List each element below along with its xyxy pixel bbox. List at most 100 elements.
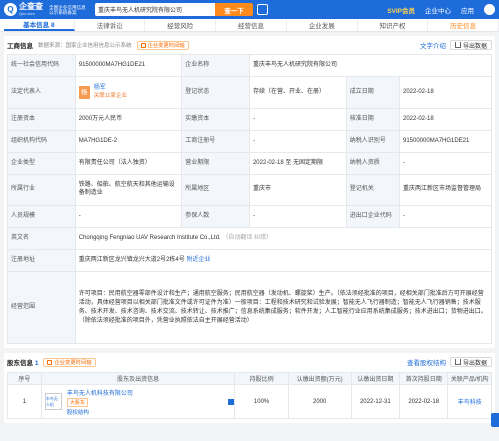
svip-link[interactable]: SVIP会员	[387, 5, 415, 15]
tab-development[interactable]: 企业发展	[287, 19, 358, 31]
paid-capital-label: 实缴资本	[181, 108, 250, 131]
holder-sub-date: 2022-12-31	[350, 384, 401, 419]
region-label: 所属地区	[181, 174, 250, 206]
tab-ip[interactable]: 知识产权	[358, 19, 429, 31]
holder-cell: 丰鸟无人机 丰鸟无人机科技有限公司 大股东 股权结构	[40, 384, 236, 419]
table-row: 法定代表人 杨 杨军 关联11家企业 登记状态 存续（在营、开业、在册） 成立日期…	[7, 76, 492, 109]
org-code-value: MA7HG1DE-2	[74, 130, 183, 153]
table-row: 所属行业 铁路、船舶、航空航天和其他运输设备制造业 所属地区 重庆市 登记机关 …	[7, 174, 492, 206]
legal-rep-label: 法定代表人	[7, 76, 76, 109]
top-bar: Q 企查查Qcc.com 全国企业信用信息公示系统备案 查一下 SVIP会员 企…	[0, 0, 499, 19]
logo-domain: Qcc.com	[19, 11, 35, 16]
col-amount[interactable]: 认缴出资额(万元)	[287, 372, 352, 385]
row-index: 1	[7, 384, 42, 419]
export-icon	[454, 42, 461, 48]
reg-status-label: 登记状态	[181, 76, 250, 109]
main-tabs: 基本信息 8 法律诉讼 经营风险 经营信息 企业发展 知识产权 历史信息	[0, 19, 499, 32]
company-name-value: 重庆丰鸟无人机研究院有限公司	[248, 54, 493, 77]
apps-link[interactable]: 应用	[461, 5, 474, 15]
region-value: 重庆市	[248, 174, 347, 206]
tab-basic-info[interactable]: 基本信息 8	[4, 19, 75, 31]
found-date-value: 2022-02-18	[399, 76, 492, 109]
legal-rep-name[interactable]: 杨军	[94, 85, 106, 91]
shareholder-chip-label: 企业变更时间轴	[54, 360, 92, 366]
org-code-label: 组织机构代码	[7, 130, 76, 153]
section-actions: 文字介绍 导出数据	[420, 40, 492, 50]
text-intro-link[interactable]: 文字介绍	[420, 40, 446, 50]
reg-capital-label: 注册资本	[7, 108, 76, 131]
shareholder-card: 股东信息 1 企业变更时间轴 查看股权结构 导出数据 序号 股东及出资信息 持股…	[4, 353, 495, 423]
biz-reg-no-label: 工商注册号	[181, 130, 250, 153]
section-title: 工商信息	[7, 43, 33, 50]
col-sub-date: 认缴出资日期	[350, 372, 401, 385]
holder-equity-link[interactable]: 股权结构	[67, 410, 89, 416]
table-row: 英文名 Chongqing Fengniao UAV Research Inst…	[7, 227, 493, 250]
export-button[interactable]: 导出数据	[449, 40, 492, 50]
authority-value: 重庆两江新区市场监督管理局	[399, 174, 492, 206]
staff-label: 人员规模	[7, 205, 76, 228]
taxpayer-id-value: 91500000MA7HG1DE21	[399, 130, 492, 153]
reg-status-value: 存续（在营、开业、在册）	[248, 76, 347, 109]
reg-capital-value: 2000万元人民币	[74, 108, 183, 131]
approve-date-value: 2022-02-18	[399, 108, 492, 131]
tab-risk[interactable]: 经营风险	[145, 19, 217, 31]
holder-product-link[interactable]: 丰鸟科技	[447, 384, 492, 419]
side-float-button[interactable]	[491, 413, 499, 427]
company-center-link[interactable]: 企业中心	[425, 5, 451, 15]
search-box: 查一下	[95, 3, 268, 16]
user-avatar-icon[interactable]	[484, 4, 495, 15]
data-source-note: 数据来源：国家企业信用信息公示系统	[38, 43, 132, 49]
taxpayer-id-label: 纳税人识别号	[345, 130, 401, 153]
shareholder-title: 股东信息 1	[7, 357, 38, 367]
paid-capital-value: -	[248, 108, 347, 131]
holder-ratio: 100%	[234, 384, 289, 419]
search-button[interactable]: 查一下	[215, 3, 253, 16]
industry-value: 铁路、船舶、航空航天和其他运输设备制造业	[74, 174, 183, 206]
col-holder: 股东及出资信息	[40, 372, 236, 385]
shareholder-table: 序号 股东及出资信息 持股比例 认缴出资额(万元) 认缴出资日期 首次持股日期 …	[7, 372, 492, 419]
en-name-label: 英文名	[7, 227, 76, 250]
en-name-value: Chongqing Fengniao UAV Research Institut…	[78, 234, 221, 241]
biz-reg-no-value: -	[248, 130, 347, 153]
nearby-companies-link[interactable]: 附近企业	[186, 257, 210, 263]
legal-rep-related-link[interactable]: 关联11家企业	[94, 93, 127, 99]
equity-structure-link[interactable]: 查看股权结构	[407, 357, 446, 367]
tab-history[interactable]: 历史信息	[428, 19, 499, 31]
tax-qual-label: 纳税人资质	[345, 152, 401, 175]
shareholder-export-button[interactable]: 导出数据	[449, 357, 492, 367]
tab-operation[interactable]: 经营信息	[216, 19, 287, 31]
shareholder-timeline-chip[interactable]: 企业变更时间轴	[43, 357, 96, 367]
ie-code-label: 进出口企业代码	[345, 205, 401, 228]
col-product: 关联产品/机构	[447, 372, 492, 385]
scan-icon[interactable]	[257, 4, 268, 15]
authority-label: 登记机关	[345, 174, 401, 206]
table-row: 经营范围 许可项目：民用航空器零部件设计和生产；通用航空服务；民用航空器（发动机…	[7, 271, 493, 344]
address-value: 重庆两江新区龙兴镇龙兴大道2号2栋4号	[78, 256, 185, 263]
holder-name-link[interactable]: 丰鸟无人机科技有限公司	[67, 391, 133, 397]
table-row: 组织机构代码 MA7HG1DE-2 工商注册号 - 纳税人识别号 9150000…	[7, 130, 492, 153]
tax-qual-value: -	[399, 152, 492, 175]
business-info-card: 工商信息 数据来源：国家企业信用信息公示系统 企业变更时间轴 文字介绍 导出数据…	[4, 36, 495, 348]
business-info-table: 统一社会信用代码 91500000MA7HG1DE21 企业名称 重庆丰鸟无人机…	[7, 54, 493, 344]
tab-legal[interactable]: 法律诉讼	[75, 19, 146, 31]
top-nav: SVIP会员 企业中心 应用	[387, 4, 495, 15]
insured-label: 参保人数	[181, 205, 250, 228]
col-index: 序号	[7, 372, 42, 385]
shareholder-actions: 查看股权结构 导出数据	[407, 357, 492, 367]
address-label: 注册地址	[7, 249, 76, 272]
credit-code-value: 91500000MA7HG1DE21	[74, 54, 183, 77]
legal-rep-avatar: 杨	[78, 86, 90, 99]
logo-text: 企查查	[19, 2, 43, 11]
col-ratio[interactable]: 持股比例	[234, 372, 289, 385]
search-input[interactable]	[95, 3, 215, 16]
industry-label: 所属行业	[7, 174, 76, 206]
credit-code-label: 统一社会信用代码	[7, 54, 76, 77]
en-name-note[interactable]: （自动翻译 纠错）	[222, 235, 272, 241]
timeline-chip[interactable]: 企业变更时间轴	[136, 40, 189, 50]
business-info-header: 工商信息 数据来源：国家企业信用信息公示系统 企业变更时间轴 文字介绍 导出数据	[7, 39, 492, 51]
expand-icon[interactable]	[228, 398, 235, 405]
holder-first-date: 2022-02-18	[399, 384, 449, 419]
site-logo[interactable]: Q 企查查 Qcc.com	[4, 3, 43, 16]
en-name-cell: Chongqing Fengniao UAV Research Institut…	[74, 227, 493, 250]
shareholder-export-label: 导出数据	[462, 360, 487, 367]
